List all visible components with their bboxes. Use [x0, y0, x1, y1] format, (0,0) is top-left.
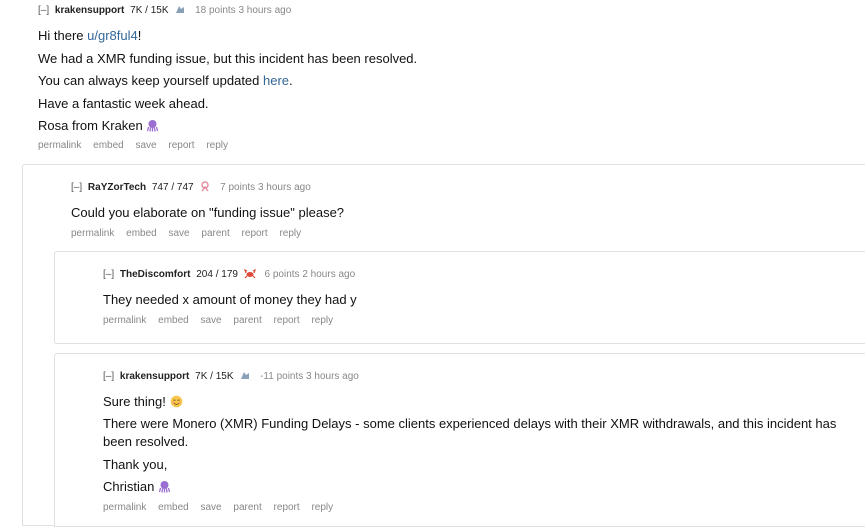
comment-body: Could you elaborate on "funding issue" p… [71, 204, 851, 222]
comment-body: Hi there u/gr8ful4! We had a XMR funding… [38, 27, 858, 135]
comment-thediscomfort: [–] TheDiscomfort 204 / 179 6 points 2 h… [103, 268, 843, 328]
parent-button[interactable]: parent [233, 315, 261, 326]
karma-count: 747 / 747 [151, 182, 194, 193]
body-line: Thank you, [103, 457, 168, 472]
comment-body: They needed x amount of money they had y [103, 291, 843, 309]
permalink-button[interactable]: permalink [38, 140, 81, 151]
parent-button[interactable]: parent [233, 502, 261, 513]
author-link[interactable]: krakensupport [120, 371, 189, 382]
permalink-button[interactable]: permalink [71, 228, 114, 239]
comment-actions: permalink embed save parent report reply [71, 227, 851, 241]
parent-button[interactable]: parent [201, 228, 229, 239]
save-button[interactable]: save [201, 502, 222, 513]
octopus-emoji [146, 119, 159, 132]
karma-count: 7K / 15K [130, 5, 169, 16]
body-line: Could you elaborate on "funding issue" p… [71, 205, 345, 220]
comment-krakensupport-2: [–] krakensupport 7K / 15K -11 points 3 … [103, 370, 853, 515]
report-button[interactable]: report [274, 502, 300, 513]
greeting-line: Hi there u/gr8ful4! [38, 28, 142, 43]
kraken-flair-icon [174, 4, 186, 15]
report-button[interactable]: report [274, 315, 300, 326]
comment-actions: permalink embed save parent report reply [103, 501, 853, 515]
embed-button[interactable]: embed [93, 140, 124, 151]
timestamp: 3 hours ago [257, 182, 311, 193]
collapse-toggle[interactable]: [–] [103, 371, 114, 382]
comment-tagline: [–] TheDiscomfort 204 / 179 6 points 2 h… [103, 268, 843, 282]
collapse-toggle[interactable]: [–] [71, 182, 82, 193]
score: 7 points [220, 182, 256, 193]
reply-button[interactable]: reply [311, 502, 333, 513]
embed-button[interactable]: embed [158, 315, 189, 326]
score: 6 points [264, 269, 300, 280]
author-link[interactable]: krakensupport [55, 5, 124, 16]
author-link[interactable]: RaYZorTech [88, 182, 146, 193]
timestamp: 3 hours ago [238, 5, 292, 16]
comment-krakensupport-1: [–] krakensupport 7K / 15K 18 points 3 h… [38, 4, 858, 153]
comment-tagline: [–] RaYZorTech 747 / 747 7 points 3 hour… [71, 181, 851, 195]
save-button[interactable]: save [136, 140, 157, 151]
karma-count: 7K / 15K [195, 371, 234, 382]
kraken-flair-icon [239, 370, 251, 381]
updates-link[interactable]: here [263, 73, 289, 88]
karma-count: 204 / 179 [196, 269, 238, 280]
user-mention-link[interactable]: u/gr8ful4 [87, 28, 138, 43]
reply-button[interactable]: reply [279, 228, 301, 239]
pink-flair-icon [199, 181, 211, 192]
body-line: They needed x amount of money they had y [103, 292, 357, 307]
save-button[interactable]: save [169, 228, 190, 239]
permalink-button[interactable]: permalink [103, 502, 146, 513]
reply-button[interactable]: reply [311, 315, 333, 326]
timestamp: 3 hours ago [306, 371, 359, 382]
comment-tagline: [–] krakensupport 7K / 15K -11 points 3 … [103, 370, 853, 384]
body-line: We had a XMR funding issue, but this inc… [38, 51, 418, 66]
reply-button[interactable]: reply [206, 140, 228, 151]
signature-line: Christian [103, 478, 853, 496]
smiling-emoji [170, 395, 183, 408]
report-button[interactable]: report [242, 228, 268, 239]
report-button[interactable]: report [168, 140, 194, 151]
octopus-emoji [158, 480, 171, 493]
collapse-toggle[interactable]: [–] [103, 269, 114, 280]
collapse-toggle[interactable]: [–] [38, 5, 49, 16]
comment-rayzortech: [–] RaYZorTech 747 / 747 7 points 3 hour… [71, 181, 851, 241]
comment-actions: permalink embed save parent report reply [103, 314, 843, 328]
comment-actions: permalink embed save report reply [38, 139, 858, 153]
embed-button[interactable]: embed [158, 502, 189, 513]
timestamp: 2 hours ago [302, 269, 356, 280]
body-line: Sure thing! [103, 393, 853, 411]
crab-flair-icon [243, 268, 256, 279]
signature-line: Rosa from Kraken [38, 117, 858, 135]
score: -11 points [260, 371, 304, 382]
body-line: You can always keep yourself updated her… [38, 73, 293, 88]
score: 18 points [195, 5, 236, 16]
save-button[interactable]: save [201, 315, 222, 326]
body-line: Have a fantastic week ahead. [38, 96, 209, 111]
comment-body: Sure thing! There were Monero (XMR) Fund… [103, 393, 853, 496]
body-line: There were Monero (XMR) Funding Delays -… [103, 416, 837, 449]
author-link[interactable]: TheDiscomfort [120, 269, 191, 280]
comment-tagline: [–] krakensupport 7K / 15K 18 points 3 h… [38, 4, 858, 18]
embed-button[interactable]: embed [126, 228, 157, 239]
permalink-button[interactable]: permalink [103, 315, 146, 326]
